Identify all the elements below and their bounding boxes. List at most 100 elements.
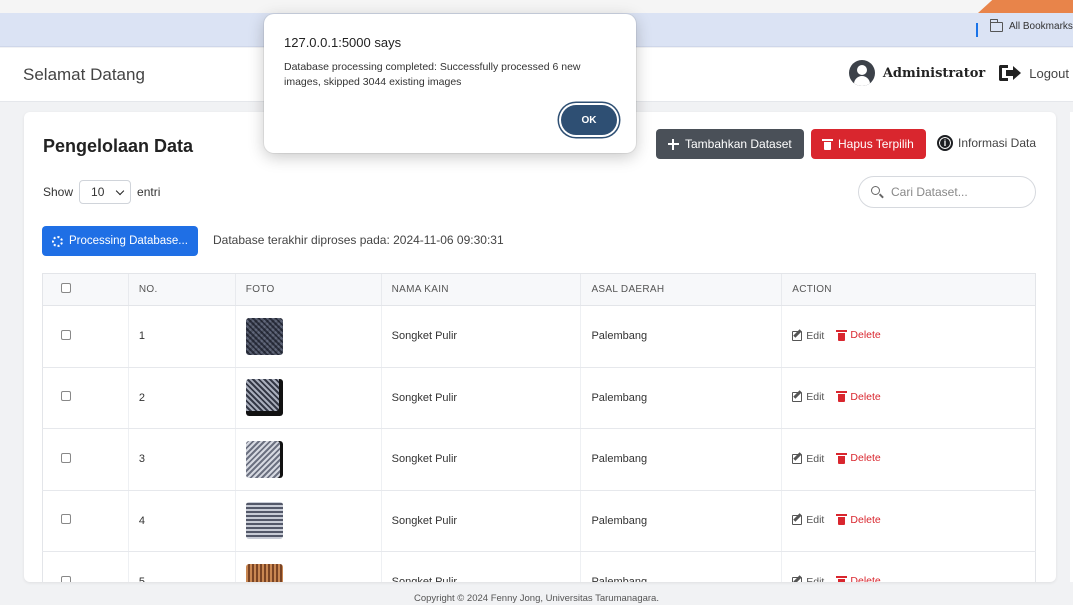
row-checkbox[interactable] — [61, 329, 71, 340]
edit-button[interactable]: Edit — [792, 514, 824, 526]
add-dataset-label: Tambahkan Dataset — [685, 137, 792, 151]
column-header-asal-daerah[interactable]: ASAL DAERAH — [580, 273, 782, 306]
user-avatar-icon[interactable] — [848, 60, 875, 86]
edit-label: Edit — [806, 514, 825, 526]
dialog-ok-button[interactable]: OK — [561, 105, 617, 135]
edit-button[interactable]: Edit — [792, 453, 824, 465]
row-number: 5 — [127, 551, 236, 582]
all-bookmarks-label: All Bookmarks — [1009, 21, 1073, 32]
table-row: 5 Songket Pulir Palembang Edit Delete — [42, 551, 1036, 583]
row-number: 1 — [127, 305, 236, 368]
logout-link[interactable]: Logout — [1029, 66, 1073, 81]
user-name[interactable]: Administrator — [883, 66, 985, 81]
browser-tab[interactable] — [978, 0, 1073, 13]
edit-icon — [792, 515, 803, 525]
fabric-photo[interactable] — [245, 563, 283, 582]
trash-icon — [836, 514, 848, 525]
delete-button[interactable]: Delete — [836, 513, 881, 526]
select-all-checkbox[interactable] — [61, 283, 71, 293]
footer-copyright: Copyright © 2024 Fenny Jong, Universitas… — [414, 593, 659, 604]
row-checkbox[interactable] — [61, 391, 71, 402]
processing-database-button[interactable]: Processing Database... — [42, 226, 198, 256]
add-dataset-button[interactable]: Tambahkan Dataset — [656, 129, 804, 159]
chevron-down-icon — [115, 186, 125, 195]
delete-label: Delete — [850, 575, 881, 582]
processing-label: Processing Database... — [69, 235, 188, 247]
user-area: Administrator Logout — [848, 60, 1073, 86]
dialog-message: Database processing completed: Successfu… — [284, 61, 581, 88]
edit-button[interactable]: Edit — [792, 575, 825, 583]
info-data-label: Informasi Data — [958, 136, 1037, 150]
fabric-name: Songket Pulir — [380, 490, 581, 552]
edit-label: Edit — [806, 575, 825, 583]
fabric-photo[interactable] — [245, 502, 283, 540]
info-icon: i — [937, 135, 953, 151]
delete-button[interactable]: Delete — [836, 452, 881, 464]
trash-icon — [836, 452, 848, 464]
row-number: 2 — [127, 367, 236, 429]
table-row: 3 Songket Pulir Palembang Edit Delete — [42, 428, 1036, 491]
trash-icon — [836, 575, 848, 582]
entries-control: Show 10 entri — [43, 180, 160, 204]
entries-label: entri — [137, 185, 161, 199]
row-checkbox[interactable] — [61, 452, 71, 463]
data-management-card: Pengelolaan Data Tambahkan Dataset Hapus… — [24, 112, 1056, 582]
entries-select[interactable]: 10 — [79, 180, 132, 204]
fabric-region: Palembang — [580, 490, 782, 552]
edit-icon — [792, 576, 803, 582]
delete-button[interactable]: Delete — [836, 390, 881, 403]
search-icon — [871, 186, 883, 198]
column-header-no[interactable]: NO. — [127, 273, 236, 306]
edit-label: Edit — [806, 391, 825, 403]
edit-label: Edit — [806, 452, 825, 465]
fabric-region: Palembang — [580, 428, 782, 491]
page-title: Pengelolaan Data — [43, 136, 194, 156]
dialog-title: 127.0.0.1:5000 says — [284, 35, 402, 50]
row-checkbox[interactable] — [61, 575, 71, 582]
row-number: 4 — [127, 490, 236, 552]
delete-label: Delete — [850, 390, 881, 403]
delete-label: Delete — [850, 452, 881, 464]
trash-icon — [836, 391, 848, 402]
table-header-row: NO. FOTO NAMA KAIN ASAL DAERAH ACTION — [42, 273, 1036, 306]
fabric-region: Palembang — [580, 551, 782, 582]
all-bookmarks-button[interactable]: All Bookmarks — [990, 18, 1073, 32]
bookmarks-separator — [976, 23, 978, 37]
edit-button[interactable]: Edit — [792, 391, 824, 403]
select-all-cell — [42, 273, 129, 306]
row-number: 3 — [127, 428, 236, 491]
edit-button[interactable]: Edit — [792, 330, 824, 342]
edit-label: Edit — [806, 329, 825, 342]
column-header-action: ACTION — [781, 273, 1036, 306]
fabric-name: Songket Pulir — [380, 551, 581, 582]
search-input[interactable] — [891, 185, 1021, 199]
fabric-photo[interactable] — [245, 440, 283, 478]
edit-icon — [792, 392, 803, 402]
delete-selected-button[interactable]: Hapus Terpilih — [811, 129, 926, 159]
dataset-table: NO. FOTO NAMA KAIN ASAL DAERAH ACTION 1 … — [42, 273, 1036, 582]
table-row: 1 Songket Pulir Palembang Edit Delete — [42, 305, 1036, 368]
info-data-link[interactable]: i Informasi Data — [937, 135, 1036, 151]
show-label: Show — [43, 185, 74, 199]
fabric-photo[interactable] — [245, 317, 283, 355]
spinner-icon — [52, 235, 63, 247]
delete-label: Delete — [850, 513, 881, 526]
table-row: 4 Songket Pulir Palembang Edit Delete — [42, 490, 1036, 552]
logout-icon[interactable] — [999, 64, 1022, 82]
delete-label: Delete — [850, 329, 881, 341]
plus-icon — [668, 138, 679, 150]
folder-icon — [990, 18, 1003, 32]
column-header-foto[interactable]: FOTO — [234, 273, 382, 306]
last-processed-text: Database terakhir diproses pada: 2024-11… — [213, 233, 504, 247]
trash-icon — [836, 329, 848, 341]
delete-selected-label: Hapus Terpilih — [838, 137, 914, 151]
search-box — [858, 176, 1036, 208]
fabric-photo[interactable] — [245, 379, 283, 417]
row-checkbox[interactable] — [61, 514, 71, 525]
delete-button[interactable]: Delete — [836, 575, 881, 582]
browser-tab-strip — [0, 0, 1073, 13]
delete-button[interactable]: Delete — [836, 329, 881, 341]
fabric-name: Songket Pulir — [380, 305, 581, 368]
column-header-nama-kain[interactable]: NAMA KAIN — [380, 273, 581, 306]
welcome-title: Selamat Datang — [23, 65, 145, 84]
